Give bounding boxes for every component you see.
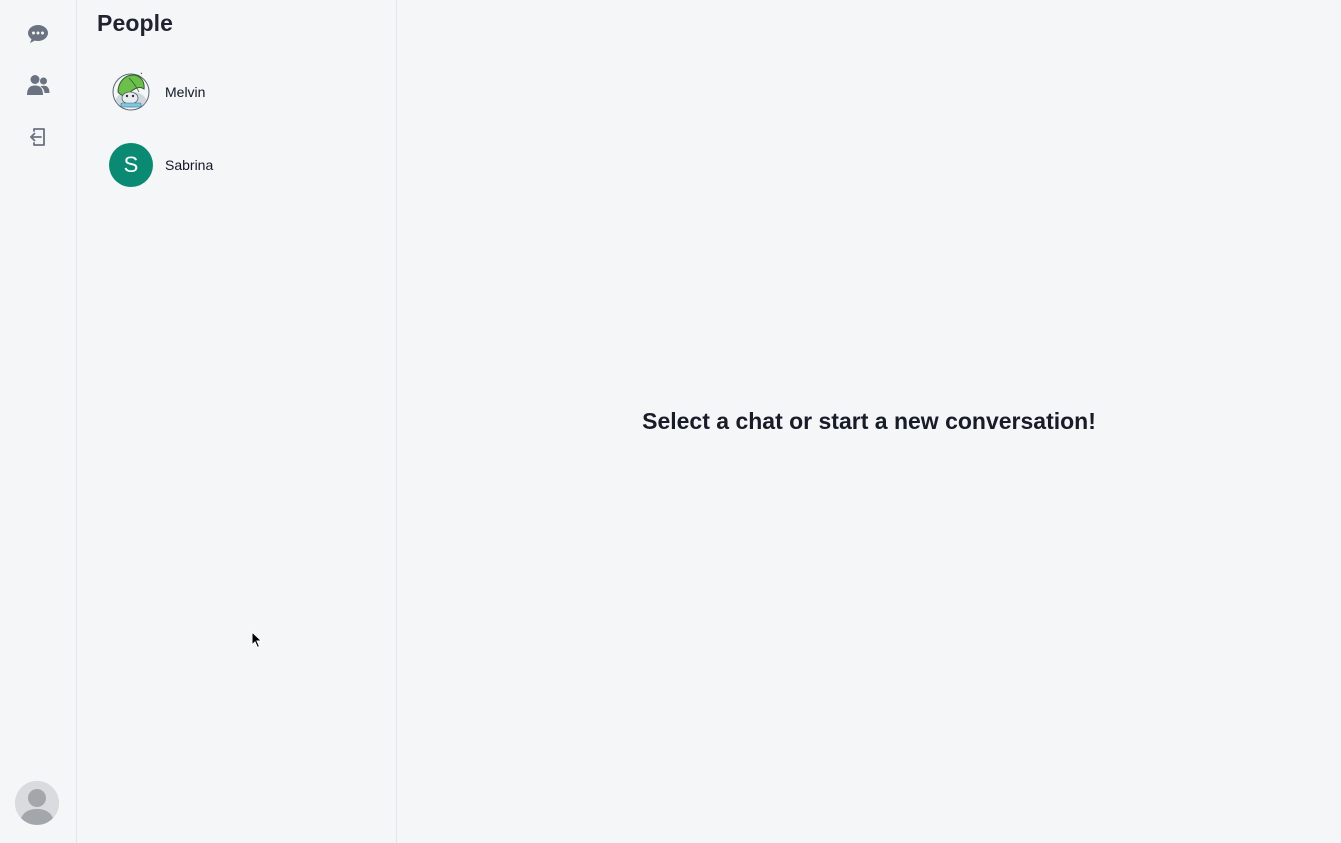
- person-item-sabrina[interactable]: S Sabrina: [109, 141, 379, 189]
- chats-nav-button[interactable]: [24, 20, 52, 48]
- logout-nav-button[interactable]: [24, 123, 52, 151]
- people-panel: People Melvin S Sabrina: [77, 0, 397, 843]
- person-name: Melvin: [165, 84, 206, 100]
- avatar-letter: S: [123, 152, 139, 177]
- chat-main-area: Select a chat or start a new conversatio…: [397, 0, 1341, 843]
- person-name: Sabrina: [165, 157, 214, 173]
- sabrina-avatar: S: [109, 143, 153, 187]
- default-user-avatar-icon: [15, 781, 59, 825]
- app-root: People Melvin S Sabrina Select a chat or…: [0, 0, 1341, 843]
- chat-bubble-icon: [27, 24, 49, 44]
- melvin-avatar: [109, 70, 153, 114]
- user-avatar[interactable]: [15, 781, 59, 825]
- icon-rail: [0, 0, 77, 843]
- people-icon: [26, 74, 50, 96]
- people-title: People: [97, 10, 174, 36]
- empty-state-message: Select a chat or start a new conversatio…: [642, 408, 1096, 434]
- person-item-melvin[interactable]: Melvin: [109, 68, 379, 116]
- logout-icon: [27, 126, 49, 148]
- people-nav-button[interactable]: [24, 71, 52, 99]
